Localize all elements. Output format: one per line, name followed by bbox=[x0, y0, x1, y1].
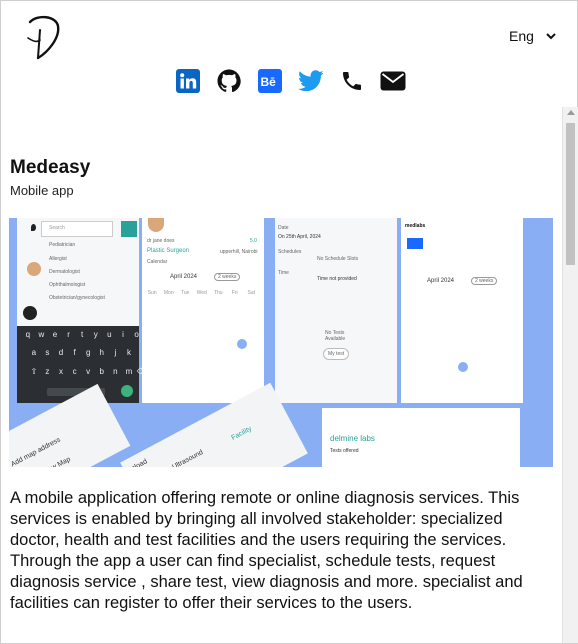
mock-time-label: Time bbox=[278, 270, 289, 276]
mock-lab-name-2: delmine labs bbox=[330, 434, 375, 443]
mock-lab-screen: medlabs April 2024 2 weeks bbox=[401, 218, 523, 403]
mock-selected-date-2 bbox=[458, 362, 468, 372]
github-icon[interactable] bbox=[216, 68, 242, 94]
mock-date-label: Date bbox=[278, 225, 289, 231]
mock-search-placeholder: Search bbox=[49, 225, 65, 231]
mock-schedules-label: Schedules bbox=[278, 249, 302, 255]
language-selector[interactable]: Eng bbox=[509, 28, 556, 44]
mock-specialty-5: Obstetrician/gynecologist bbox=[49, 295, 105, 301]
svg-text:Bē: Bē bbox=[261, 75, 277, 89]
behance-icon[interactable]: Bē bbox=[257, 68, 283, 94]
mock-ultrasound: Ultrasound bbox=[171, 448, 205, 467]
mock-doctor-name: dr jane does bbox=[147, 238, 175, 244]
mock-keyboard-enter bbox=[121, 385, 133, 397]
mock-keyboard: qwertyuiop asdfghjkl ⇧zxcvbnm⌫ bbox=[17, 326, 152, 403]
mock-pin-icon bbox=[31, 224, 36, 231]
mock-date-value: On 25th April, 2024 bbox=[278, 234, 321, 240]
chevron-down-icon bbox=[546, 32, 556, 39]
mock-upload: Upload bbox=[125, 458, 149, 467]
project-screenshot: Search Pediatrician Allergist Dermatolog… bbox=[9, 218, 553, 467]
mock-avatar-dark bbox=[23, 306, 37, 320]
mock-schedule-screen: Date On 25th April, 2024 Schedules No Sc… bbox=[275, 218, 397, 403]
logo[interactable] bbox=[24, 12, 62, 60]
mock-calendar-grid: Sun Mon Tue Wed Thu Fri Sat bbox=[147, 290, 255, 296]
mock-specialty-2: Allergist bbox=[49, 256, 67, 262]
scroll-thumb[interactable] bbox=[566, 123, 575, 265]
language-label: Eng bbox=[509, 28, 534, 44]
social-links: Bē bbox=[175, 68, 406, 94]
mock-tests-offered: Tests offered bbox=[330, 448, 359, 454]
mock-search-screen: Search Pediatrician Allergist Dermatolog… bbox=[17, 218, 152, 403]
mock-avatar bbox=[27, 262, 41, 276]
twitter-icon[interactable] bbox=[298, 68, 324, 94]
page-scrollbar[interactable] bbox=[562, 107, 578, 643]
mock-doctor-specialty: Plastic Surgeon bbox=[147, 248, 190, 254]
mock-available: No Tests Available bbox=[325, 330, 346, 342]
mock-range-toggle-2: 2 weeks bbox=[471, 277, 498, 285]
mock-specialty-1: Pediatrician bbox=[49, 242, 76, 248]
mock-doctor-photo bbox=[148, 218, 164, 232]
mock-lab-tab-active bbox=[407, 238, 423, 249]
mock-no-schedule: No Schedule Slots bbox=[317, 256, 359, 262]
project-description: A mobile application offering remote or … bbox=[10, 489, 523, 612]
mock-calendar-label: Calendar bbox=[147, 259, 168, 265]
mock-doctor-location: upperhill, Nairobi bbox=[220, 249, 258, 255]
mail-icon[interactable] bbox=[380, 68, 406, 94]
project-title: Medeasy bbox=[10, 157, 91, 178]
mock-range-toggle: 2 weeks bbox=[214, 273, 241, 281]
phone-icon[interactable] bbox=[339, 68, 365, 94]
mock-rating: 5.0 bbox=[250, 238, 257, 244]
mock-view-map: View Map bbox=[41, 455, 72, 467]
project-subtitle: Mobile app bbox=[10, 183, 74, 198]
mock-month: April 2024 bbox=[170, 274, 198, 280]
mock-lab-card: delmine labs Tests offered bbox=[322, 408, 520, 467]
mock-lab-name: medlabs bbox=[405, 223, 426, 229]
mock-specialty-3: Dermatologist bbox=[49, 269, 80, 275]
mock-my-test-button: My test bbox=[323, 348, 350, 360]
mock-selected-date bbox=[237, 339, 247, 349]
mock-facility: Facility bbox=[230, 425, 253, 442]
scroll-up-arrow[interactable] bbox=[567, 110, 575, 115]
mock-month-2: April 2024 bbox=[427, 278, 455, 284]
mock-filter-button bbox=[121, 221, 137, 237]
mock-specialty-4: Ophthalmologist bbox=[49, 282, 86, 288]
mock-time-value: Time not provided bbox=[317, 276, 357, 282]
mock-doctor-screen: dr jane does Plastic Surgeon upperhill, … bbox=[142, 218, 264, 403]
linkedin-icon[interactable] bbox=[175, 68, 201, 94]
